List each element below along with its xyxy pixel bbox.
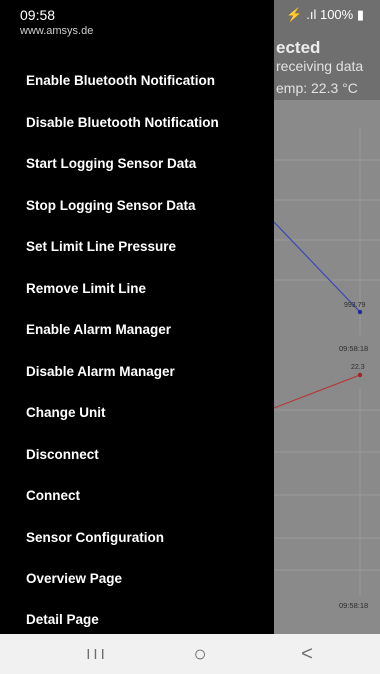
temperature-time-label: 09:58:18 <box>339 601 368 610</box>
drawer-header-url: www.amsys.de <box>20 25 94 37</box>
menu-item-start-logging[interactable]: Start Logging Sensor Data <box>0 144 274 182</box>
pressure-point <box>357 309 363 315</box>
menu-item-disable-bluetooth-notification[interactable]: Disable Bluetooth Notification <box>0 103 274 141</box>
battery-percent: 100% <box>319 7 354 22</box>
menu-item-enable-bluetooth-notification[interactable]: Enable Bluetooth Notification <box>0 61 274 99</box>
temperature-readout: emp: 22.3 °C <box>276 80 358 96</box>
status-clock: 09:58 <box>20 7 56 23</box>
menu-item-label: Sensor Configuration <box>26 529 164 545</box>
menu-item-stop-logging[interactable]: Stop Logging Sensor Data <box>0 186 274 224</box>
menu-item-label: Connect <box>26 487 80 503</box>
receiving-data-text: receiving data <box>276 58 364 74</box>
signal-icon: ⚡ .ıl <box>286 7 317 22</box>
menu-item-label: Disable Alarm Manager <box>26 363 175 379</box>
temperature-chart: 22.3 09:58:18 <box>273 364 380 610</box>
menu-item-change-unit[interactable]: Change Unit <box>0 393 274 431</box>
home-button[interactable]: ○ <box>170 634 230 674</box>
system-navigation-bar: III ○ < <box>0 634 380 674</box>
menu-item-detail-page[interactable]: Detail Page <box>0 600 274 638</box>
navigation-drawer: www.amsys.de Enable Bluetooth Notificati… <box>0 0 274 634</box>
menu-item-remove-limit-line[interactable]: Remove Limit Line <box>0 269 274 307</box>
recents-button[interactable]: III <box>67 634 127 674</box>
menu-item-label: Disable Bluetooth Notification <box>26 114 219 130</box>
connection-status-title: ected <box>276 38 321 57</box>
menu-item-sensor-configuration[interactable]: Sensor Configuration <box>0 518 274 556</box>
menu-item-set-limit-line[interactable]: Set Limit Line Pressure <box>0 227 274 265</box>
menu-item-disable-alarm-manager[interactable]: Disable Alarm Manager <box>0 352 274 390</box>
menu-item-enable-alarm-manager[interactable]: Enable Alarm Manager <box>0 310 274 348</box>
status-indicators: ⚡ .ıl 100% ▮ <box>286 7 364 23</box>
battery-icon: ▮ <box>356 7 364 22</box>
menu-item-label: Detail Page <box>26 611 99 627</box>
pressure-time-label: 09:58:18 <box>339 344 368 353</box>
menu-item-disconnect[interactable]: Disconnect <box>0 435 274 473</box>
menu-item-label: Overview Page <box>26 570 123 586</box>
menu-item-label: Disconnect <box>26 446 99 462</box>
menu-item-connect[interactable]: Connect <box>0 476 274 514</box>
menu-item-label: Enable Bluetooth Notification <box>26 72 215 88</box>
menu-item-label: Change Unit <box>26 404 106 420</box>
menu-item-label: Remove Limit Line <box>26 280 147 296</box>
menu-item-overview-page[interactable]: Overview Page <box>0 559 274 597</box>
menu-item-label: Set Limit Line Pressure <box>26 238 177 254</box>
temperature-chart-bg <box>274 385 380 600</box>
temperature-last-value: 22.3 <box>351 364 365 371</box>
menu-item-label: Stop Logging Sensor Data <box>26 197 196 213</box>
pressure-chart: 993.79 09:58:18 <box>273 120 380 353</box>
back-button[interactable]: < <box>277 634 337 674</box>
pressure-last-value: 993.79 <box>344 302 366 309</box>
temperature-point <box>357 372 363 378</box>
menu-item-label: Start Logging Sensor Data <box>26 155 197 171</box>
menu-item-label: Enable Alarm Manager <box>26 321 172 337</box>
